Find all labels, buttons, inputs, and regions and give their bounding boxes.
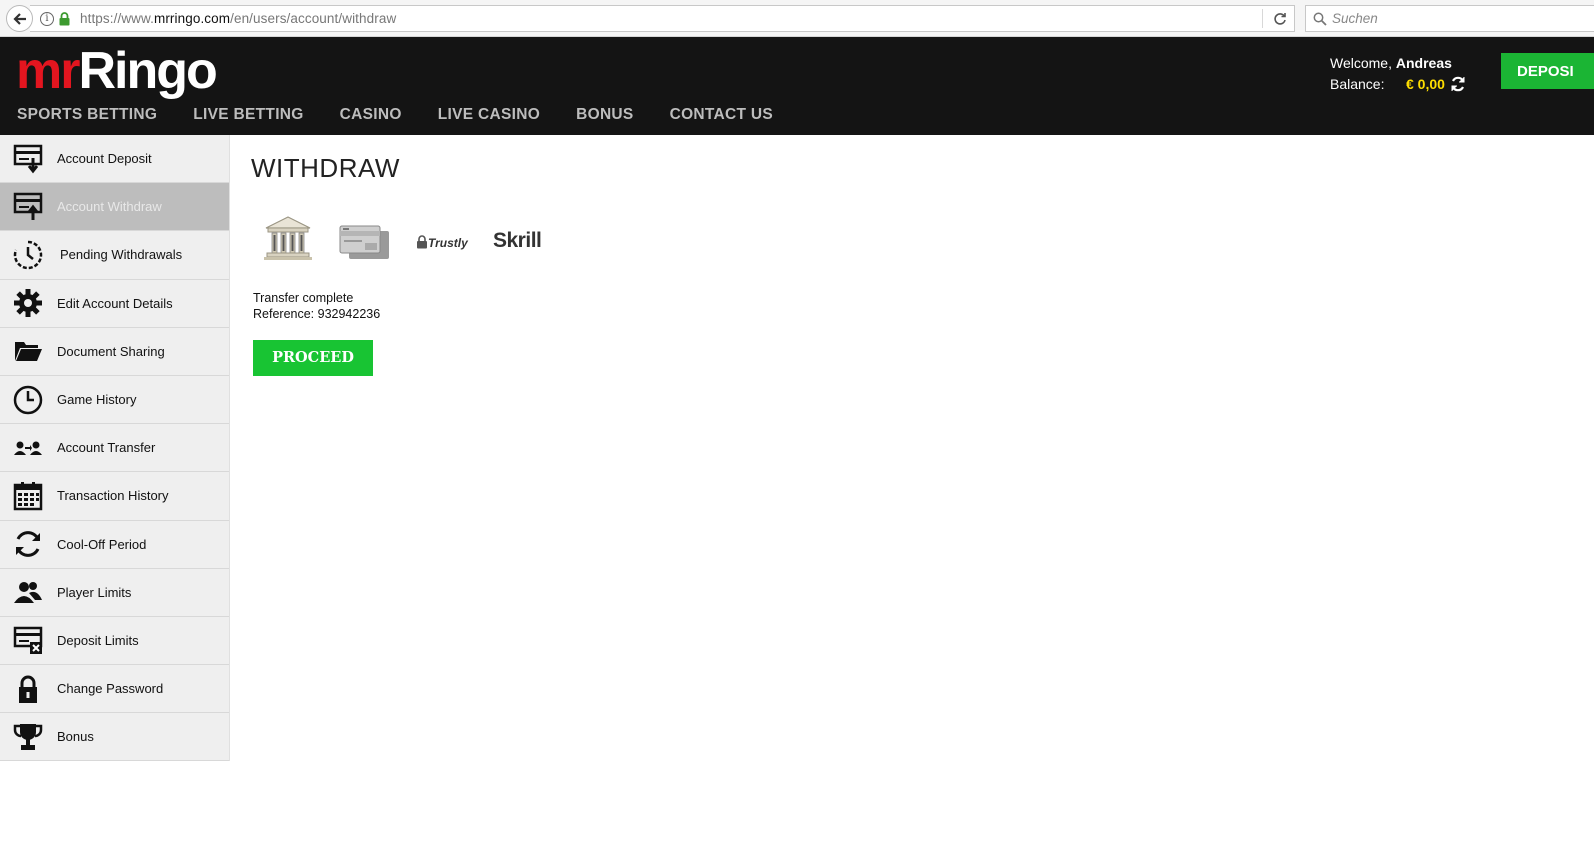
trophy-icon (12, 721, 44, 753)
site-header: mrRingo Welcome, Andreas Balance: € 0,00… (0, 37, 1594, 135)
search-icon (1313, 12, 1327, 26)
nav-contact-us[interactable]: CONTACT US (670, 106, 773, 124)
refresh-balance-icon[interactable] (1450, 75, 1466, 93)
deposit-button[interactable]: DEPOSI (1501, 53, 1594, 89)
lock-icon (12, 673, 44, 705)
welcome-text: Welcome, Andreas (1330, 55, 1452, 71)
sidebar-item-account-transfer[interactable]: Account Transfer (0, 424, 229, 473)
nav-casino[interactable]: CASINO (340, 106, 402, 124)
folder-icon (12, 335, 44, 367)
deposit-icon (12, 143, 44, 175)
pending-clock-icon (12, 239, 44, 271)
withdraw-icon (12, 191, 44, 223)
account-sidebar: Account Deposit Account Withdraw Pending… (0, 135, 230, 762)
sidebar-item-change-password[interactable]: Change Password (0, 665, 229, 714)
arrow-left-icon (12, 12, 26, 25)
sidebar-item-bonus[interactable]: Bonus (0, 713, 229, 762)
credit-card-option[interactable] (339, 225, 391, 266)
sidebar-item-game-history[interactable]: Game History (0, 376, 229, 425)
trustly-icon (417, 235, 427, 249)
page-title: WITHDRAW (251, 153, 400, 183)
reload-icon[interactable] (1272, 11, 1288, 27)
status-message: Transfer complete (253, 291, 354, 305)
trustly-option[interactable]: Trustly (416, 235, 468, 250)
balance-value: € 0,00 (1406, 76, 1445, 92)
info-icon[interactable]: i (40, 11, 54, 26)
lock-icon (59, 11, 70, 25)
gear-icon (12, 287, 44, 319)
sidebar-item-pending-withdrawals[interactable]: Pending Withdrawals (0, 231, 229, 280)
nav-live-casino[interactable]: LIVE CASINO (438, 106, 540, 124)
main-nav: SPORTS BETTING LIVE BETTING CASINO LIVE … (17, 106, 809, 124)
users-icon (12, 576, 44, 608)
address-bar[interactable]: i https://www.mrringo.com/en/users/accou… (30, 5, 1295, 32)
nav-live-betting[interactable]: LIVE BETTING (193, 106, 303, 124)
sidebar-item-account-deposit[interactable]: Account Deposit (0, 135, 229, 184)
sidebar-item-account-withdraw[interactable]: Account Withdraw (0, 183, 229, 232)
refresh-icon (12, 528, 44, 560)
card-limit-icon (12, 624, 44, 656)
proceed-button[interactable]: PROCEED (253, 340, 373, 376)
clock-icon (12, 384, 44, 416)
transfer-icon (12, 432, 44, 464)
url-text[interactable]: https://www.mrringo.com/en/users/account… (80, 11, 396, 26)
bank-icon (264, 216, 312, 260)
sidebar-item-player-limits[interactable]: Player Limits (0, 569, 229, 617)
balance-label: Balance: (1330, 76, 1385, 92)
nav-sports-betting[interactable]: SPORTS BETTING (17, 106, 157, 124)
sidebar-item-document-sharing[interactable]: Document Sharing (0, 328, 229, 376)
reference-number: Reference: 932942236 (253, 307, 381, 321)
sidebar-item-edit-account-details[interactable]: Edit Account Details (0, 280, 229, 328)
sidebar-item-transaction-history[interactable]: Transaction History (0, 472, 229, 521)
username: Andreas (1395, 55, 1452, 71)
search-placeholder: Suchen (1332, 11, 1378, 26)
calendar-icon (12, 480, 44, 512)
sidebar-item-cool-off-period[interactable]: Cool-Off Period (0, 521, 229, 569)
transfer-status: Transfer complete Reference: 932942236 (253, 290, 380, 322)
skrill-option[interactable]: Skrill (493, 229, 542, 253)
logo[interactable]: mrRingo (16, 45, 218, 97)
bank-transfer-option[interactable] (262, 214, 314, 267)
search-input[interactable]: Suchen (1305, 5, 1594, 32)
sidebar-item-deposit-limits[interactable]: Deposit Limits (0, 617, 229, 666)
credit-card-icon (339, 225, 389, 259)
browser-toolbar: i https://www.mrringo.com/en/users/accou… (0, 0, 1594, 37)
nav-bonus[interactable]: BONUS (576, 106, 633, 124)
back-button[interactable] (6, 5, 33, 32)
